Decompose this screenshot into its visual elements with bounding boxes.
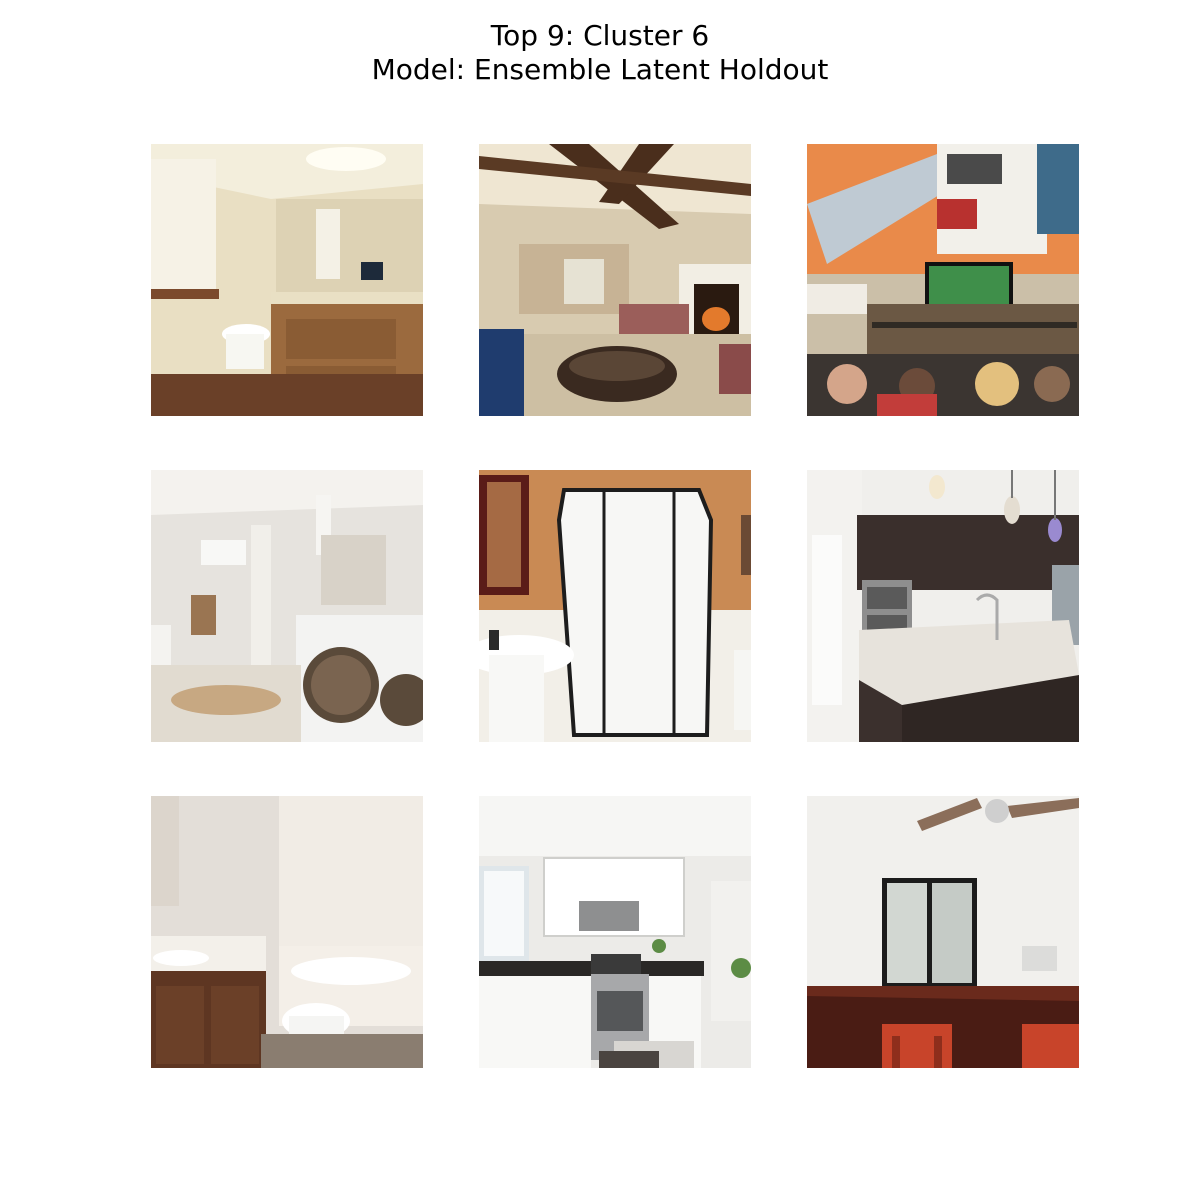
figure-title: Top 9: Cluster 6 (490, 19, 710, 52)
image-tile-living-room-fireplace (479, 144, 751, 416)
image-tile-bar-mural-crowd (807, 144, 1079, 416)
image-tile-kitchen-island (807, 470, 1079, 742)
figure-subtitle: Model: Ensemble Latent Holdout (371, 53, 829, 86)
image-tile-bathroom-vanity (151, 144, 423, 416)
image-tile-bathroom-shower (479, 470, 751, 742)
image-tile-dining-room (807, 796, 1079, 1068)
image-tile-bathroom-tub (151, 796, 423, 1068)
image-tile-white-kitchen (479, 796, 751, 1068)
figure: Top 9: Cluster 6 Model: Ensemble Latent … (0, 0, 1200, 1200)
image-tile-bathroom-laundry (151, 470, 423, 742)
